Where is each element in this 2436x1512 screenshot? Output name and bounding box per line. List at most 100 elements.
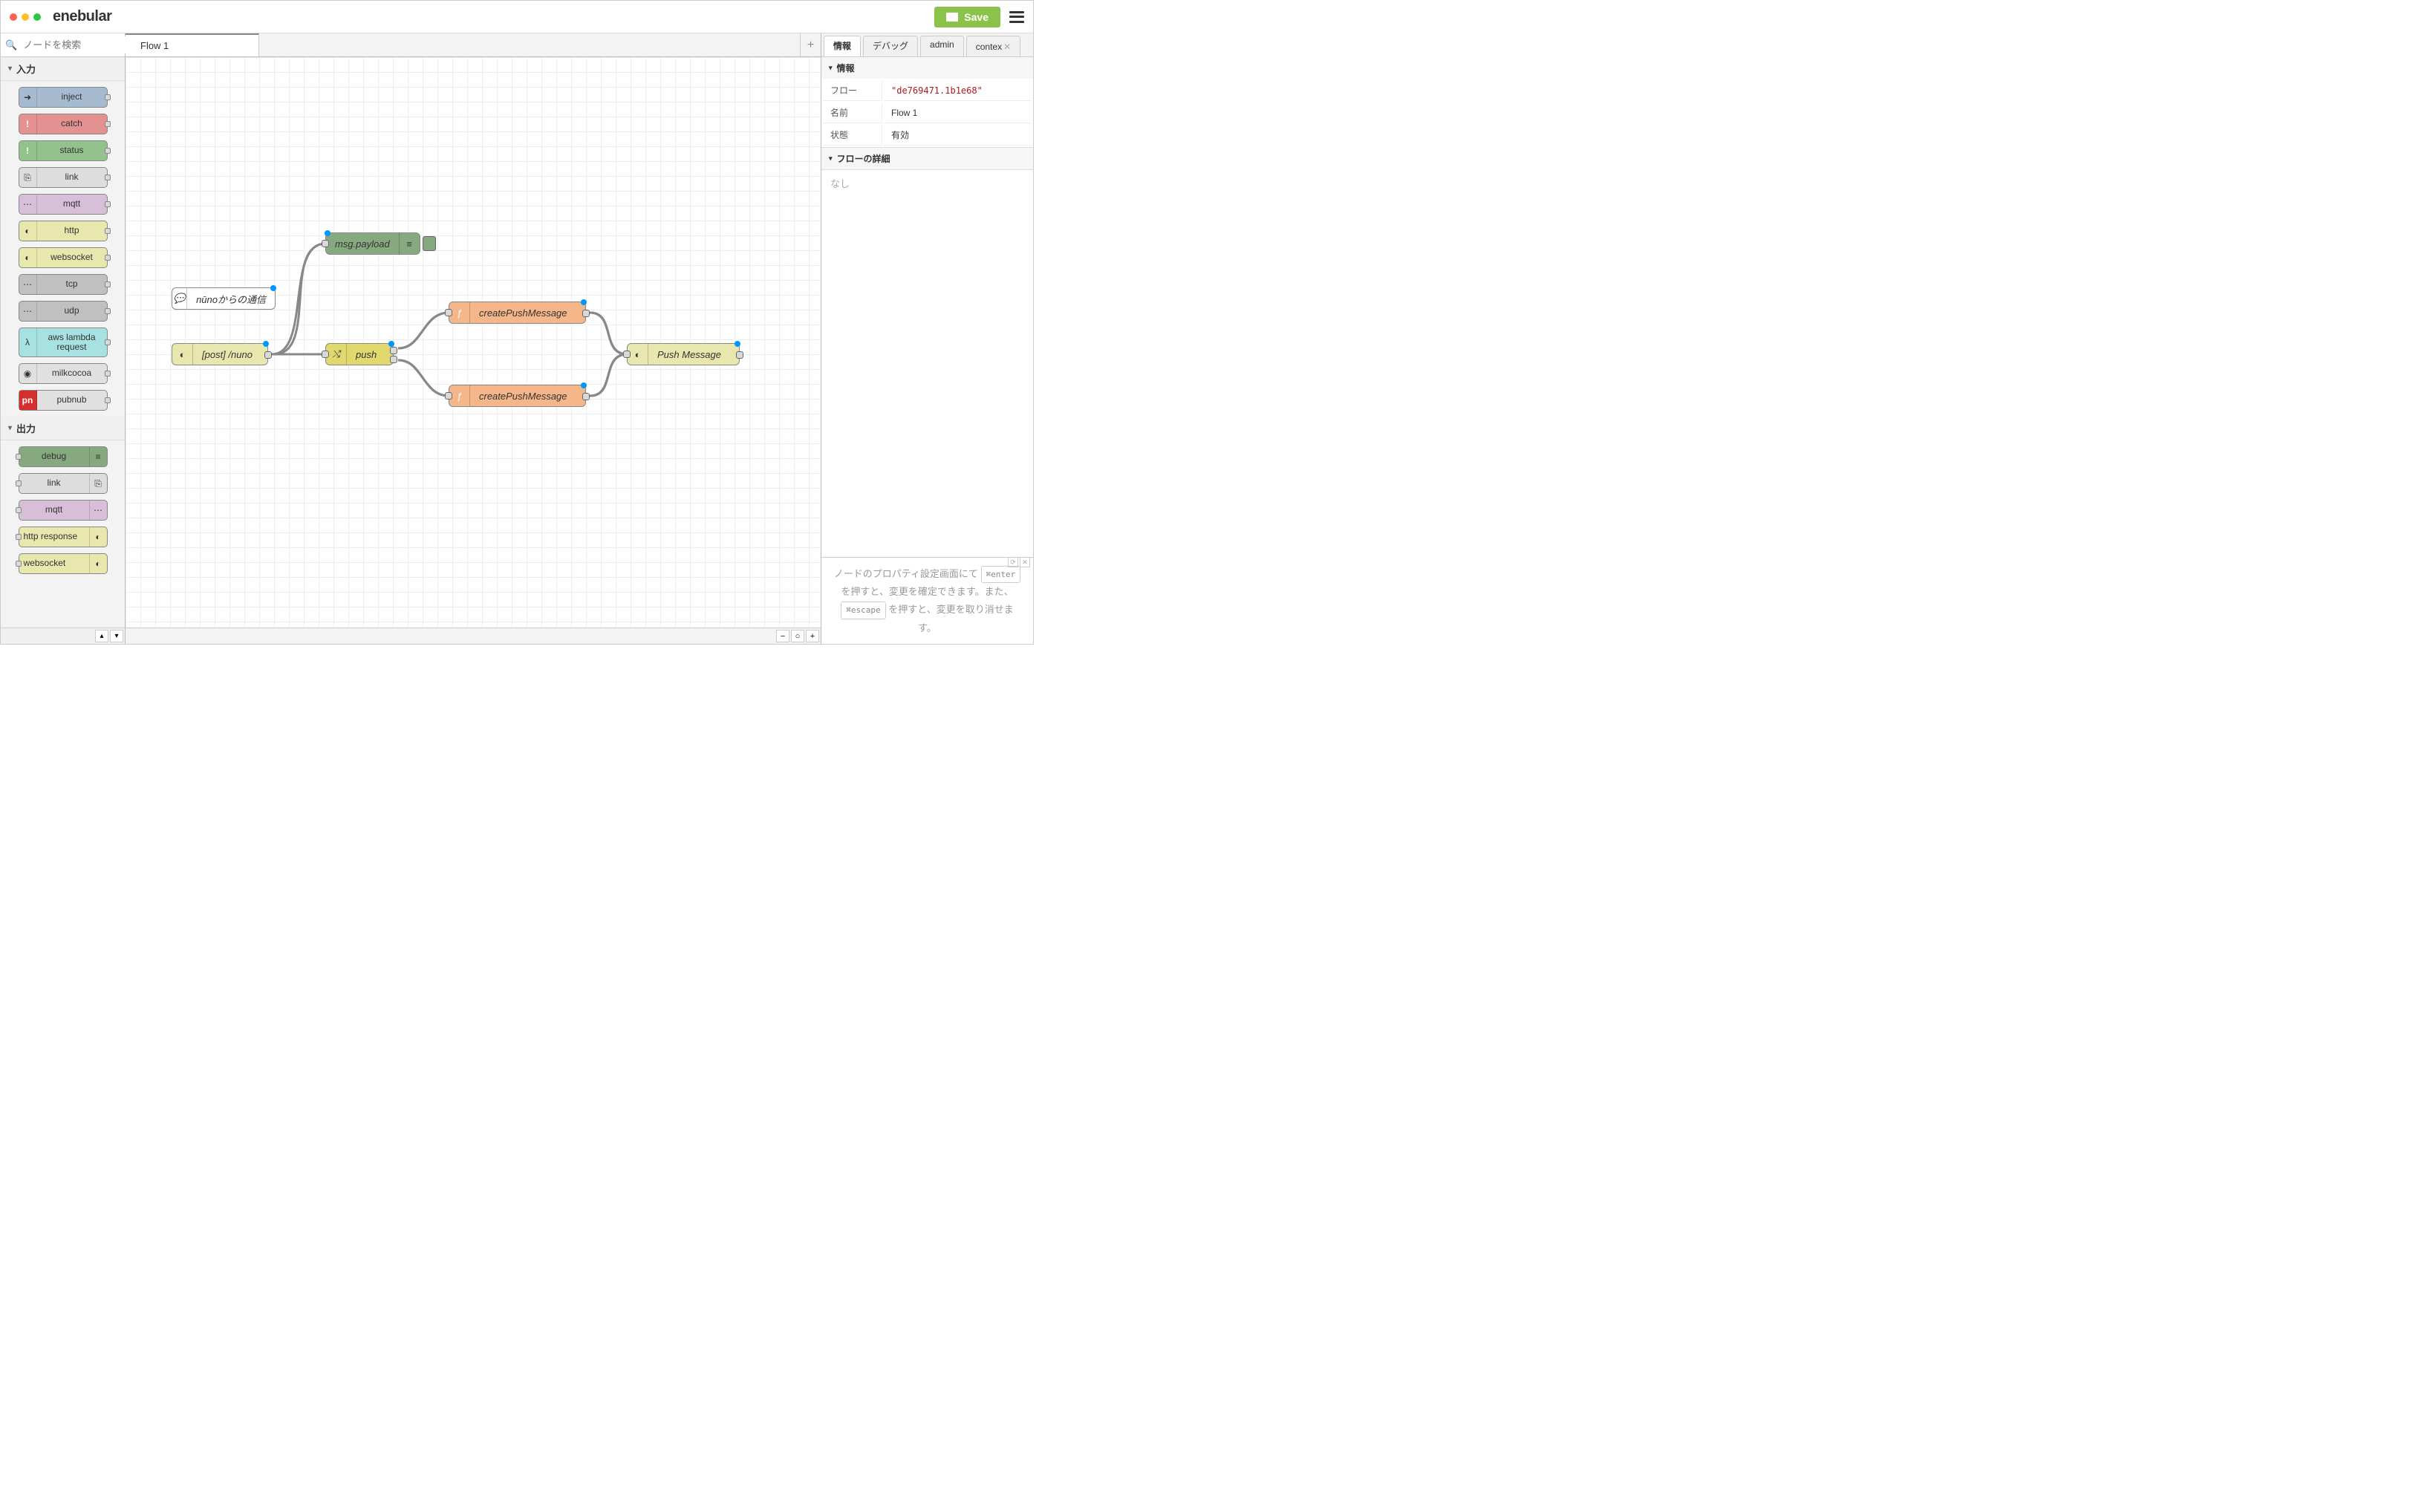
palette-section-input: ▾ 入力 ➜inject !catch !status ⎘link ⋯mqtt … xyxy=(1,57,125,417)
info-table: フロー"de769471.1b1e68" 名前Flow 1 状態有効 xyxy=(821,79,1033,147)
tab-flow1[interactable]: Flow 1 xyxy=(126,33,259,56)
globe-icon: ◐ xyxy=(628,344,648,365)
comment-icon: 💬 xyxy=(172,288,187,309)
palette-footer: ▴ ▾ xyxy=(1,628,125,644)
palette-expand-button[interactable]: ▾ xyxy=(110,630,123,642)
palette-node-milkcocoa[interactable]: ◉milkcocoa xyxy=(19,363,108,384)
canvas[interactable]: 💬 nūnoからの通信 ◐ [post] /nuno msg.payload ≡ xyxy=(126,57,821,628)
workspace-tabs: Flow 1 + xyxy=(126,33,821,57)
sidebar-body: なし xyxy=(821,170,1033,557)
palette-body: ▾ 入力 ➜inject !catch !status ⎘link ⋯mqtt … xyxy=(1,57,125,628)
palette-node-aws-lambda[interactable]: λaws lambda request xyxy=(19,328,108,357)
palette-node-catch[interactable]: !catch xyxy=(19,114,108,134)
flow-id: "de769471.1b1e68" xyxy=(891,85,983,96)
milkcocoa-icon: ◉ xyxy=(19,364,37,383)
palette-node-link-in[interactable]: ⎘link xyxy=(19,167,108,188)
link-icon: ⎘ xyxy=(19,168,37,187)
bridge-icon: ⋯ xyxy=(19,275,37,294)
traffic-lights xyxy=(10,13,41,21)
palette-node-websocket-out[interactable]: websocket◐ xyxy=(19,553,108,574)
sidebar-info-section: ▾情報 フロー"de769471.1b1e68" 名前Flow 1 状態有効 xyxy=(821,57,1033,148)
node-http-request[interactable]: ◐ Push Message xyxy=(627,343,740,365)
lambda-icon: λ xyxy=(19,328,37,356)
app-window: enebular Save 🔍 ▾ 入力 xyxy=(0,0,1034,645)
palette-node-status[interactable]: !status xyxy=(19,140,108,161)
palette-header-output[interactable]: ▾ 出力 xyxy=(1,417,125,440)
alert-icon: ! xyxy=(19,114,37,134)
globe-icon: ◐ xyxy=(172,344,193,365)
zoom-reset-button[interactable]: ○ xyxy=(791,630,804,642)
palette-node-link-out[interactable]: link⎘ xyxy=(19,473,108,494)
sidebar: 情報 デバッグ admin contex✕ ▾情報 フロー"de769471.1… xyxy=(821,33,1033,644)
maximize-icon[interactable] xyxy=(33,13,41,21)
palette-node-pubnub[interactable]: pnpubnub xyxy=(19,390,108,411)
function-icon: ƒ xyxy=(449,385,470,406)
minimize-icon[interactable] xyxy=(22,13,29,21)
changed-indicator xyxy=(581,299,587,305)
arrow-right-icon: ➜ xyxy=(19,88,37,107)
zoom-in-button[interactable]: + xyxy=(806,630,819,642)
workspace-footer: − ○ + xyxy=(126,628,821,644)
bridge-icon: ⋯ xyxy=(89,501,107,520)
palette-node-mqtt-in[interactable]: ⋯mqtt xyxy=(19,194,108,215)
zoom-out-button[interactable]: − xyxy=(776,630,789,642)
search-icon: 🔍 xyxy=(5,39,17,51)
palette-node-http-in[interactable]: ◐http xyxy=(19,221,108,241)
node-debug[interactable]: msg.payload ≡ xyxy=(325,232,420,255)
alert-icon: ! xyxy=(19,141,37,160)
sidebar-tab-info[interactable]: 情報 xyxy=(824,36,861,56)
close-icon[interactable]: ✕ xyxy=(1003,42,1011,52)
palette-search: 🔍 xyxy=(1,33,125,57)
palette-header-input[interactable]: ▾ 入力 xyxy=(1,57,125,81)
sidebar-tab-admin[interactable]: admin xyxy=(920,36,964,56)
palette-node-websocket-in[interactable]: ◐websocket xyxy=(19,247,108,268)
palette-node-udp-in[interactable]: ⋯udp xyxy=(19,301,108,322)
palette-node-mqtt-out[interactable]: mqtt⋯ xyxy=(19,500,108,521)
menu-button[interactable] xyxy=(1009,11,1024,23)
tab-add-button[interactable]: + xyxy=(800,33,821,56)
node-function-1[interactable]: ƒ createPushMessage xyxy=(449,302,586,324)
table-row: フロー"de769471.1b1e68" xyxy=(823,80,1032,101)
palette-collapse-button[interactable]: ▴ xyxy=(95,630,108,642)
debug-icon: ≡ xyxy=(89,447,107,466)
tips-close-button[interactable]: ✕ xyxy=(1020,557,1030,567)
palette-header-output-label: 出力 xyxy=(16,421,36,435)
sidebar-info-header[interactable]: ▾情報 xyxy=(821,57,1033,79)
node-comment[interactable]: 💬 nūnoからの通信 xyxy=(172,287,276,310)
brand-logo: enebular xyxy=(53,8,111,25)
bridge-icon: ⋯ xyxy=(19,195,37,214)
node-http-in[interactable]: ◐ [post] /nuno xyxy=(172,343,268,365)
palette-node-http-response[interactable]: http response◐ xyxy=(19,527,108,547)
sidebar-tab-context[interactable]: contex✕ xyxy=(966,36,1020,56)
function-icon: ƒ xyxy=(449,302,470,323)
globe-icon: ◐ xyxy=(19,248,37,267)
main: 🔍 ▾ 入力 ➜inject !catch !status ⎘link ⋯mqt… xyxy=(1,33,1033,644)
tips-refresh-button[interactable]: ⟳ xyxy=(1008,557,1018,567)
chevron-down-icon: ▾ xyxy=(829,154,833,163)
titlebar: enebular Save xyxy=(1,1,1033,33)
palette-panel: 🔍 ▾ 入力 ➜inject !catch !status ⎘link ⋯mqt… xyxy=(1,33,126,644)
save-button[interactable]: Save xyxy=(934,7,1000,27)
workspace: Flow 1 + xyxy=(126,33,821,644)
changed-indicator xyxy=(270,285,276,291)
sidebar-tips: ⟳ ✕ ノードのプロパティ設定画面にて ⌘enter を押すと、変更を確定できま… xyxy=(821,557,1033,644)
palette-node-inject[interactable]: ➜inject xyxy=(19,87,108,108)
table-row: 状態有効 xyxy=(823,125,1032,146)
close-icon[interactable] xyxy=(10,13,17,21)
node-switch[interactable]: ⤭ push xyxy=(325,343,394,365)
sidebar-flow-detail-header[interactable]: ▾フローの詳細 xyxy=(821,148,1033,169)
chevron-down-icon: ▾ xyxy=(829,64,833,72)
palette-node-debug[interactable]: debug≡ xyxy=(19,446,108,467)
palette-node-tcp-in[interactable]: ⋯tcp xyxy=(19,274,108,295)
palette-header-input-label: 入力 xyxy=(16,62,36,76)
debug-icon: ≡ xyxy=(399,233,420,254)
palette-section-output: ▾ 出力 debug≡ link⎘ mqtt⋯ http response◐ w… xyxy=(1,417,125,580)
globe-icon: ◐ xyxy=(19,221,37,241)
sidebar-flow-detail-section: ▾フローの詳細 xyxy=(821,148,1033,170)
save-button-label: Save xyxy=(964,11,989,23)
node-function-2[interactable]: ƒ createPushMessage xyxy=(449,385,586,407)
switch-icon: ⤭ xyxy=(326,344,347,365)
sidebar-tab-debug[interactable]: デバッグ xyxy=(863,36,918,56)
changed-indicator xyxy=(388,341,394,347)
debug-toggle-button[interactable] xyxy=(423,236,436,251)
